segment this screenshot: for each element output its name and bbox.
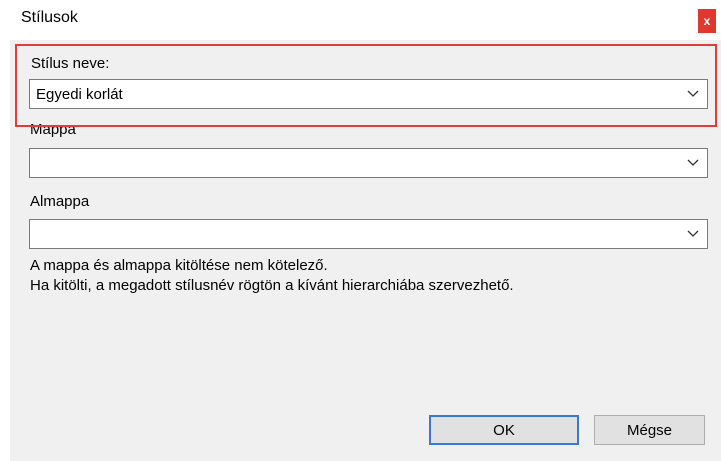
close-button[interactable]: x	[698, 9, 716, 33]
window-title: Stílusok	[21, 9, 78, 26]
cancel-button[interactable]: Mégse	[594, 415, 705, 445]
ok-button[interactable]: OK	[429, 415, 579, 445]
folder-label: Mappa	[30, 121, 76, 138]
info-line-2: Ha kitölti, a megadott stílusnév rögtön …	[30, 277, 514, 294]
subfolder-label: Almappa	[30, 193, 90, 210]
title-bar: Stílusok x	[0, 0, 721, 40]
folder-combo[interactable]	[29, 148, 708, 178]
style-name-label: Stílus neve:	[31, 55, 110, 72]
chevron-down-icon[interactable]	[687, 90, 699, 98]
chevron-down-icon[interactable]	[687, 159, 699, 167]
style-name-value: Egyedi korlát	[36, 86, 123, 103]
close-icon: x	[703, 14, 711, 28]
style-name-combo[interactable]: Egyedi korlát	[29, 79, 708, 109]
info-line-1: A mappa és almappa kitöltése nem kötelez…	[30, 257, 328, 274]
subfolder-combo[interactable]	[29, 219, 708, 249]
chevron-down-icon[interactable]	[687, 230, 699, 238]
